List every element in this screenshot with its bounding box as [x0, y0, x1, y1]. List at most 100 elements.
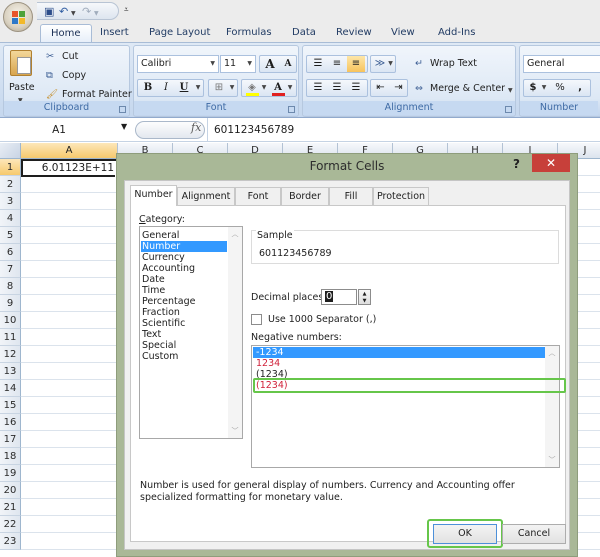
tab-formulas[interactable]: Formulas	[216, 24, 282, 42]
tab-protection[interactable]: Protection	[373, 187, 429, 205]
scroll-down-icon[interactable]: ﹀	[545, 455, 559, 465]
decimal-places-spinner[interactable]: ▲ ▼	[358, 289, 371, 305]
tab-fill[interactable]: Fill	[329, 187, 373, 205]
fill-color-dropdown-icon[interactable]: ▼	[260, 80, 268, 96]
increase-indent-icon[interactable]: ⇥	[390, 80, 407, 96]
insert-function-icon[interactable]: fx	[191, 121, 201, 134]
help-icon[interactable]: ?	[513, 157, 520, 171]
category-item-general[interactable]: General	[141, 230, 227, 241]
row-header-7[interactable]: 7	[0, 261, 21, 278]
category-item-special[interactable]: Special	[141, 340, 227, 351]
tab-add-ins[interactable]: Add-Ins	[428, 24, 485, 42]
row-header-12[interactable]: 12	[0, 346, 21, 363]
row-header-10[interactable]: 10	[0, 312, 21, 329]
row-header-16[interactable]: 16	[0, 414, 21, 431]
align-right-icon[interactable]: ☰	[347, 80, 365, 96]
wrap-text-button[interactable]: Wrap Text	[430, 57, 477, 70]
category-item-text[interactable]: Text	[141, 329, 227, 340]
name-box[interactable]: A1	[0, 121, 132, 139]
scroll-down-icon[interactable]: ﹀	[228, 426, 242, 436]
close-button[interactable]: ✕	[532, 154, 570, 172]
cancel-button[interactable]: Cancel	[502, 524, 566, 544]
row-header-6[interactable]: 6	[0, 244, 21, 261]
bold-button[interactable]: B	[140, 80, 156, 96]
decimal-places-input[interactable]: 0	[321, 289, 357, 305]
row-header-22[interactable]: 22	[0, 516, 21, 533]
alignment-launcher-icon[interactable]	[505, 106, 512, 113]
borders-button[interactable]: ⊞ ▼	[208, 79, 238, 97]
row-header-14[interactable]: 14	[0, 380, 21, 397]
negative-numbers-scrollbar[interactable]: ︿ ﹀	[545, 346, 559, 467]
ok-button[interactable]: OK	[433, 524, 497, 544]
negative-option[interactable]: -1234	[253, 347, 545, 358]
row-header-23[interactable]: 23	[0, 533, 21, 550]
tab-view[interactable]: View	[381, 24, 425, 42]
top-align-icon[interactable]: ☰	[309, 56, 327, 72]
category-item-number[interactable]: Number	[141, 241, 227, 252]
cut-button[interactable]: Cut	[62, 50, 78, 63]
undo-icon[interactable]: ↶	[59, 5, 68, 18]
category-list[interactable]: General Number Currency Accounting Date Time P…	[139, 226, 243, 439]
tab-review[interactable]: Review	[326, 24, 382, 42]
office-button[interactable]	[3, 2, 33, 32]
paste-button[interactable]: Paste	[9, 81, 35, 94]
row-header-9[interactable]: 9	[0, 295, 21, 312]
negative-option[interactable]: 1234	[253, 358, 545, 369]
tab-data[interactable]: Data	[282, 24, 326, 42]
negative-option[interactable]: (1234)	[253, 380, 545, 391]
category-item-scientific[interactable]: Scientific	[141, 318, 227, 329]
scroll-up-icon[interactable]: ︿	[228, 229, 242, 239]
column-header-a[interactable]: A	[21, 143, 118, 159]
row-header-8[interactable]: 8	[0, 278, 21, 295]
category-item-time[interactable]: Time	[141, 285, 227, 296]
middle-align-icon[interactable]: ≡	[328, 56, 346, 72]
font-size-select[interactable]: 11 ▼	[220, 55, 256, 73]
row-header-5[interactable]: 5	[0, 227, 21, 244]
category-item-currency[interactable]: Currency	[141, 252, 227, 263]
redo-dropdown-icon[interactable]: ▼	[94, 7, 99, 20]
tab-home[interactable]: Home	[40, 24, 92, 42]
percent-button[interactable]: %	[552, 80, 568, 96]
currency-button[interactable]: $	[526, 80, 540, 96]
redo-icon[interactable]: ↷	[82, 5, 91, 18]
tab-number[interactable]: Number	[130, 185, 177, 206]
customize-qat-icon[interactable]: ⩡	[124, 3, 129, 16]
row-header-19[interactable]: 19	[0, 465, 21, 482]
formula-input[interactable]: 601123456789	[207, 118, 600, 142]
paste-icon[interactable]	[10, 50, 32, 76]
tab-alignment[interactable]: Alignment	[177, 187, 235, 205]
underline-button[interactable]: U	[176, 80, 192, 96]
decrease-indent-icon[interactable]: ⇤	[372, 80, 389, 96]
tab-border[interactable]: Border	[281, 187, 329, 205]
select-all-button[interactable]	[0, 143, 21, 159]
negative-numbers-list[interactable]: -1234 1234 (1234) (1234) ︿ ﹀	[251, 345, 560, 468]
row-header-21[interactable]: 21	[0, 499, 21, 516]
row-header-15[interactable]: 15	[0, 397, 21, 414]
category-item-accounting[interactable]: Accounting	[141, 263, 227, 274]
italic-button[interactable]: I	[158, 80, 174, 96]
copy-button[interactable]: Copy	[62, 69, 86, 82]
category-item-date[interactable]: Date	[141, 274, 227, 285]
name-box-dropdown-icon[interactable]: ▼	[121, 122, 127, 131]
row-header-11[interactable]: 11	[0, 329, 21, 346]
row-header-17[interactable]: 17	[0, 431, 21, 448]
align-center-icon[interactable]: ☰	[328, 80, 346, 96]
category-item-custom[interactable]: Custom	[141, 351, 227, 362]
category-scrollbar[interactable]: ︿ ﹀	[228, 227, 242, 438]
clipboard-launcher-icon[interactable]	[119, 106, 126, 113]
category-item-fraction[interactable]: Fraction	[141, 307, 227, 318]
tab-page-layout[interactable]: Page Layout	[139, 24, 220, 42]
currency-dropdown-icon[interactable]: ▼	[540, 80, 548, 96]
format-painter-button[interactable]: Format Painter	[62, 88, 132, 101]
font-launcher-icon[interactable]	[288, 106, 295, 113]
align-left-icon[interactable]: ☰	[309, 80, 327, 96]
tab-insert[interactable]: Insert	[90, 24, 139, 42]
save-icon[interactable]: ▣	[44, 5, 54, 18]
row-header-13[interactable]: 13	[0, 363, 21, 380]
scroll-up-icon[interactable]: ︿	[545, 348, 559, 358]
undo-dropdown-icon[interactable]: ▼	[71, 7, 76, 20]
category-item-percentage[interactable]: Percentage	[141, 296, 227, 307]
font-color-dropdown-icon[interactable]: ▼	[286, 80, 294, 96]
bottom-align-icon[interactable]: ≡	[347, 56, 365, 72]
tab-font[interactable]: Font	[235, 187, 281, 205]
